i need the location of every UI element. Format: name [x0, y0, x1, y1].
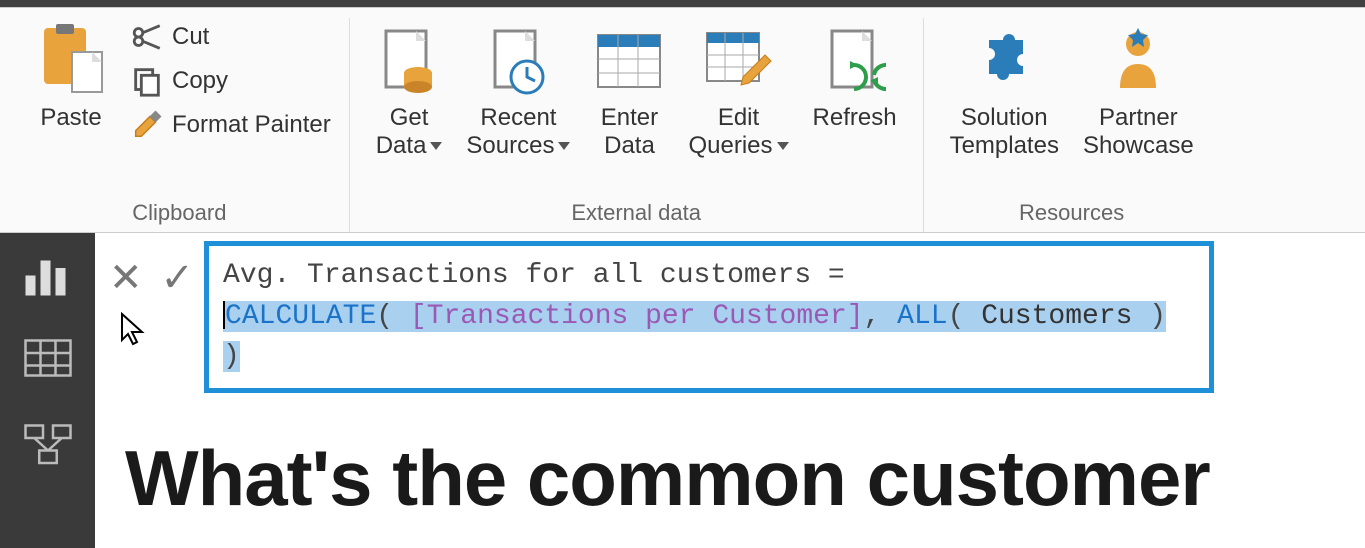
clipboard-group-label: Clipboard — [132, 200, 226, 232]
refresh-icon — [824, 22, 886, 100]
report-canvas-area: ✕ ✓ Avg. Transactions for all customers … — [95, 233, 1365, 548]
copy-label: Copy — [172, 67, 228, 95]
edit-queries-icon — [703, 22, 773, 100]
formula-line-2: CALCULATE( [Transactions per Customer], … — [223, 297, 1195, 378]
formula-cancel-button[interactable]: ✕ — [109, 255, 143, 301]
formula-line-1: Avg. Transactions for all customers = — [223, 256, 1195, 297]
paste-button[interactable]: Paste — [24, 18, 118, 132]
ribbon-group-resources: Solution Templates Partner Showcase Reso… — [924, 18, 1220, 232]
title-bar-strip — [0, 0, 1365, 8]
person-star-icon — [1108, 22, 1168, 100]
format-painter-label: Format Painter — [172, 111, 331, 139]
model-view-button[interactable] — [23, 423, 73, 468]
paste-label: Paste — [40, 100, 101, 132]
partner-showcase-label: Partner Showcase — [1083, 100, 1194, 159]
formula-input[interactable]: Avg. Transactions for all customers = CA… — [204, 241, 1214, 393]
scissors-icon — [130, 20, 164, 54]
cut-button[interactable]: Cut — [126, 18, 335, 56]
get-data-icon — [378, 22, 440, 100]
get-data-label: Get Data — [376, 100, 443, 159]
enter-data-icon — [594, 22, 664, 100]
paintbrush-icon — [130, 108, 164, 142]
dropdown-arrow-icon — [777, 142, 789, 150]
main-area: ✕ ✓ Avg. Transactions for all customers … — [0, 233, 1365, 548]
data-view-button[interactable] — [23, 338, 73, 383]
report-heading-text: What's the common customer — [125, 433, 1335, 524]
external-data-group-label: External data — [571, 200, 701, 232]
recent-sources-icon — [487, 22, 549, 100]
report-page[interactable]: What's the common customer — [95, 393, 1365, 524]
ribbon-group-clipboard: Paste Cut Copy Format Painter Clipboard — [10, 18, 350, 232]
solution-templates-label: Solution Templates — [950, 100, 1059, 159]
copy-button[interactable]: Copy — [126, 62, 335, 100]
table-icon — [23, 338, 73, 378]
get-data-button[interactable]: Get Data — [364, 18, 455, 159]
edit-queries-label: Edit Queries — [688, 100, 788, 159]
solution-templates-button[interactable]: Solution Templates — [938, 18, 1071, 159]
recent-sources-label: Recent Sources — [466, 100, 570, 159]
dropdown-arrow-icon — [430, 142, 442, 150]
report-view-button[interactable] — [23, 253, 73, 298]
resources-group-label: Resources — [1019, 200, 1124, 232]
copy-icon — [130, 64, 164, 98]
ribbon: Paste Cut Copy Format Painter Clipboard — [0, 8, 1365, 233]
enter-data-button[interactable]: Enter Data — [582, 18, 676, 159]
ribbon-group-external-data: Get Data Recent Sources Enter Data Edit … — [350, 18, 924, 232]
relationship-icon — [23, 423, 73, 468]
formula-commit-button[interactable]: ✓ — [161, 255, 195, 301]
view-switcher-rail — [0, 233, 95, 548]
format-painter-button[interactable]: Format Painter — [126, 106, 335, 144]
recent-sources-button[interactable]: Recent Sources — [454, 18, 582, 159]
clipboard-icon — [36, 22, 106, 100]
bar-chart-icon — [23, 253, 73, 298]
dropdown-arrow-icon — [558, 142, 570, 150]
puzzle-icon — [971, 22, 1037, 100]
cut-label: Cut — [172, 23, 209, 51]
partner-showcase-button[interactable]: Partner Showcase — [1071, 18, 1206, 159]
enter-data-label: Enter Data — [601, 100, 658, 159]
refresh-button[interactable]: Refresh — [801, 18, 909, 132]
refresh-label: Refresh — [813, 100, 897, 132]
formula-bar: ✕ ✓ Avg. Transactions for all customers … — [95, 233, 1365, 393]
edit-queries-button[interactable]: Edit Queries — [676, 18, 800, 159]
